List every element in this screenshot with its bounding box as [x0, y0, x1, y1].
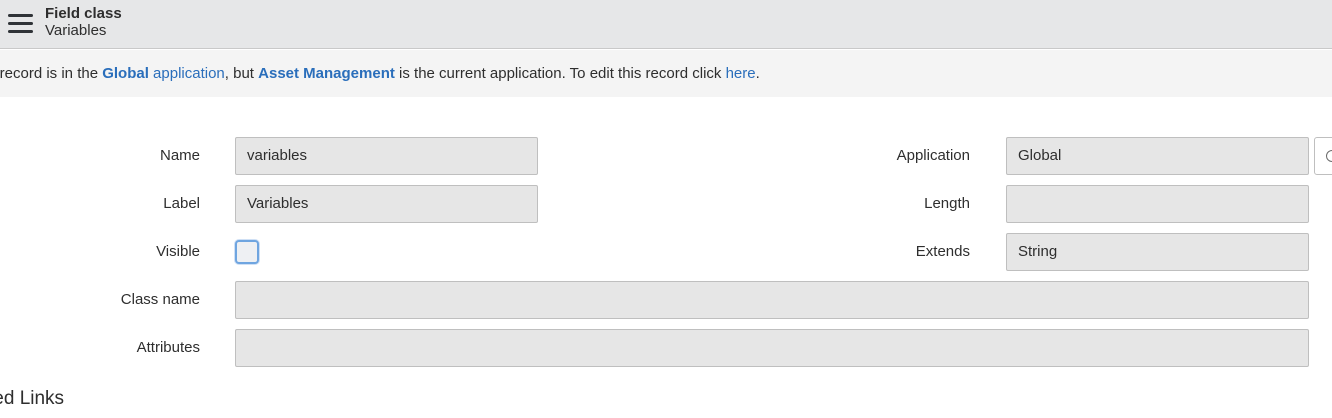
name-label: Name	[159, 147, 200, 164]
header-subtitle: Variables	[45, 22, 107, 39]
label-field[interactable]: Variables	[235, 185, 538, 223]
notice-end: .	[755, 65, 760, 82]
global-link-bold: Global	[102, 65, 149, 82]
current-application-link[interactable]: Asset Management	[258, 65, 395, 82]
global-link-rest: application	[148, 65, 225, 82]
length-field[interactable]	[1006, 185, 1309, 223]
application-lookup-button[interactable]	[1314, 137, 1332, 175]
header-title: Field class	[45, 5, 122, 22]
visible-label: Visible	[156, 243, 200, 260]
application-field[interactable]: Global	[1006, 137, 1309, 175]
hamburger-menu-icon[interactable]	[8, 14, 33, 34]
notice-suffix: is the current application. To edit this…	[394, 65, 726, 82]
visible-checkbox[interactable]	[235, 240, 259, 264]
edit-here-link[interactable]: here	[726, 65, 756, 82]
extends-label: Extends	[915, 243, 970, 260]
extends-field[interactable]: String	[1006, 233, 1309, 271]
application-scope-notice: s record is in the Global application, b…	[0, 50, 1332, 97]
class-name-label: Class name	[120, 291, 200, 308]
related-links-heading: ted Links	[0, 388, 65, 409]
notice-prefix: s record is in the	[0, 65, 99, 82]
record-header: Field class Variables	[0, 0, 1332, 49]
global-application-link[interactable]: Global application	[102, 65, 225, 82]
name-field[interactable]: variables	[235, 137, 538, 175]
label-label: Label	[163, 195, 200, 212]
application-label: Application	[896, 147, 970, 164]
notice-middle: , but	[224, 65, 259, 82]
notice-text: s record is in the Global application, b…	[0, 65, 760, 83]
attributes-label: Attributes	[136, 339, 200, 356]
lookup-icon	[1326, 150, 1332, 162]
length-label: Length	[924, 195, 970, 212]
class-name-field[interactable]	[235, 281, 1309, 319]
attributes-field[interactable]	[235, 329, 1309, 367]
